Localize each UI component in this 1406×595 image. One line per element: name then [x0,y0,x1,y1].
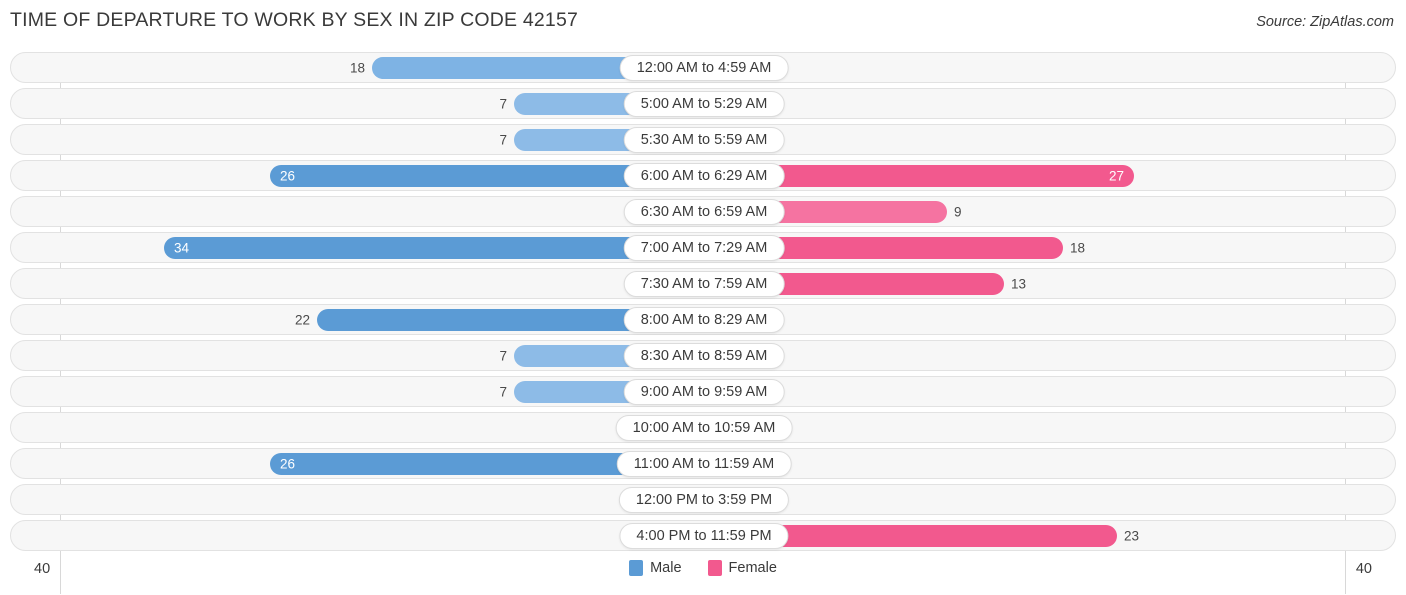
plot-area: 18012:00 AM to 4:59 AM 705:00 AM to 5:29 … [10,52,1396,594]
chart-page: TIME OF DEPARTURE TO WORK BY SEX IN ZIP … [0,0,1406,595]
bar-value-male: 7 [499,348,507,363]
table-row[interactable]: 2208:00 AM to 8:29 AM [10,304,1396,335]
table-row[interactable]: 709:00 AM to 9:59 AM [10,376,1396,407]
legend-swatch-icon [707,560,722,576]
bar-value-male: 18 [349,60,365,75]
table-row[interactable]: 708:30 AM to 8:59 AM [10,340,1396,371]
table-row[interactable]: 34 18 7:00 AM to 7:29 AM [10,232,1396,263]
table-row[interactable]: 705:30 AM to 5:59 AM [10,124,1396,155]
bar-value-male: 26 [280,456,296,471]
bar-value-female: 27 [1108,168,1124,183]
bar-value-female: 23 [1124,528,1140,543]
category-label: 6:30 AM to 6:59 AM [623,198,785,225]
table-row[interactable]: 0234:00 PM to 11:59 PM [10,520,1396,551]
bar-value-female: 13 [1011,276,1027,291]
category-label: 9:00 AM to 9:59 AM [623,378,785,405]
category-label: 8:30 AM to 8:59 AM [623,342,785,369]
category-label: 5:30 AM to 5:59 AM [623,126,785,153]
bar-value-male: 7 [499,384,507,399]
category-label: 5:00 AM to 5:29 AM [623,90,785,117]
table-row[interactable]: 096:30 AM to 6:59 AM [10,196,1396,227]
category-label: 7:30 AM to 7:59 AM [623,270,785,297]
bar-value-male: 22 [294,312,310,327]
legend-swatch-icon [629,560,644,576]
table-row[interactable]: 18012:00 AM to 4:59 AM [10,52,1396,83]
category-label: 4:00 PM to 11:59 PM [619,522,789,549]
category-label: 6:00 AM to 6:29 AM [623,162,785,189]
category-label: 7:00 AM to 7:29 AM [623,234,785,261]
bar-value-female: 9 [954,204,962,219]
page-title: TIME OF DEPARTURE TO WORK BY SEX IN ZIP … [10,9,579,31]
category-label: 8:00 AM to 8:29 AM [623,306,785,333]
bar-value-male: 7 [499,96,507,111]
source-attribution: Source: ZipAtlas.com [1256,14,1394,30]
bar-value-male: 7 [499,132,507,147]
legend-label: Female [728,560,777,576]
category-label: 12:00 PM to 3:59 PM [618,486,790,513]
chart-legend: Male Female [0,560,1406,576]
bar-value-female: 18 [1070,240,1086,255]
bar-male[interactable]: 34 [164,236,702,259]
legend-item-female[interactable]: Female [707,560,777,576]
table-row[interactable]: 26011:00 AM to 11:59 AM [10,448,1396,479]
bar-value-male: 34 [174,240,190,255]
legend-label: Male [650,560,682,576]
category-label: 11:00 AM to 11:59 AM [616,450,792,477]
table-row[interactable]: 26 27 6:00 AM to 6:29 AM [10,160,1396,191]
bar-value-male: 26 [280,168,296,183]
category-label: 10:00 AM to 10:59 AM [615,414,793,441]
table-row[interactable]: 0012:00 PM to 3:59 PM [10,484,1396,515]
table-row[interactable]: 705:00 AM to 5:29 AM [10,88,1396,119]
category-label: 12:00 AM to 4:59 AM [619,54,789,81]
legend-item-male[interactable]: Male [629,560,682,576]
table-row[interactable]: 0010:00 AM to 10:59 AM [10,412,1396,443]
table-row[interactable]: 0137:30 AM to 7:59 AM [10,268,1396,299]
